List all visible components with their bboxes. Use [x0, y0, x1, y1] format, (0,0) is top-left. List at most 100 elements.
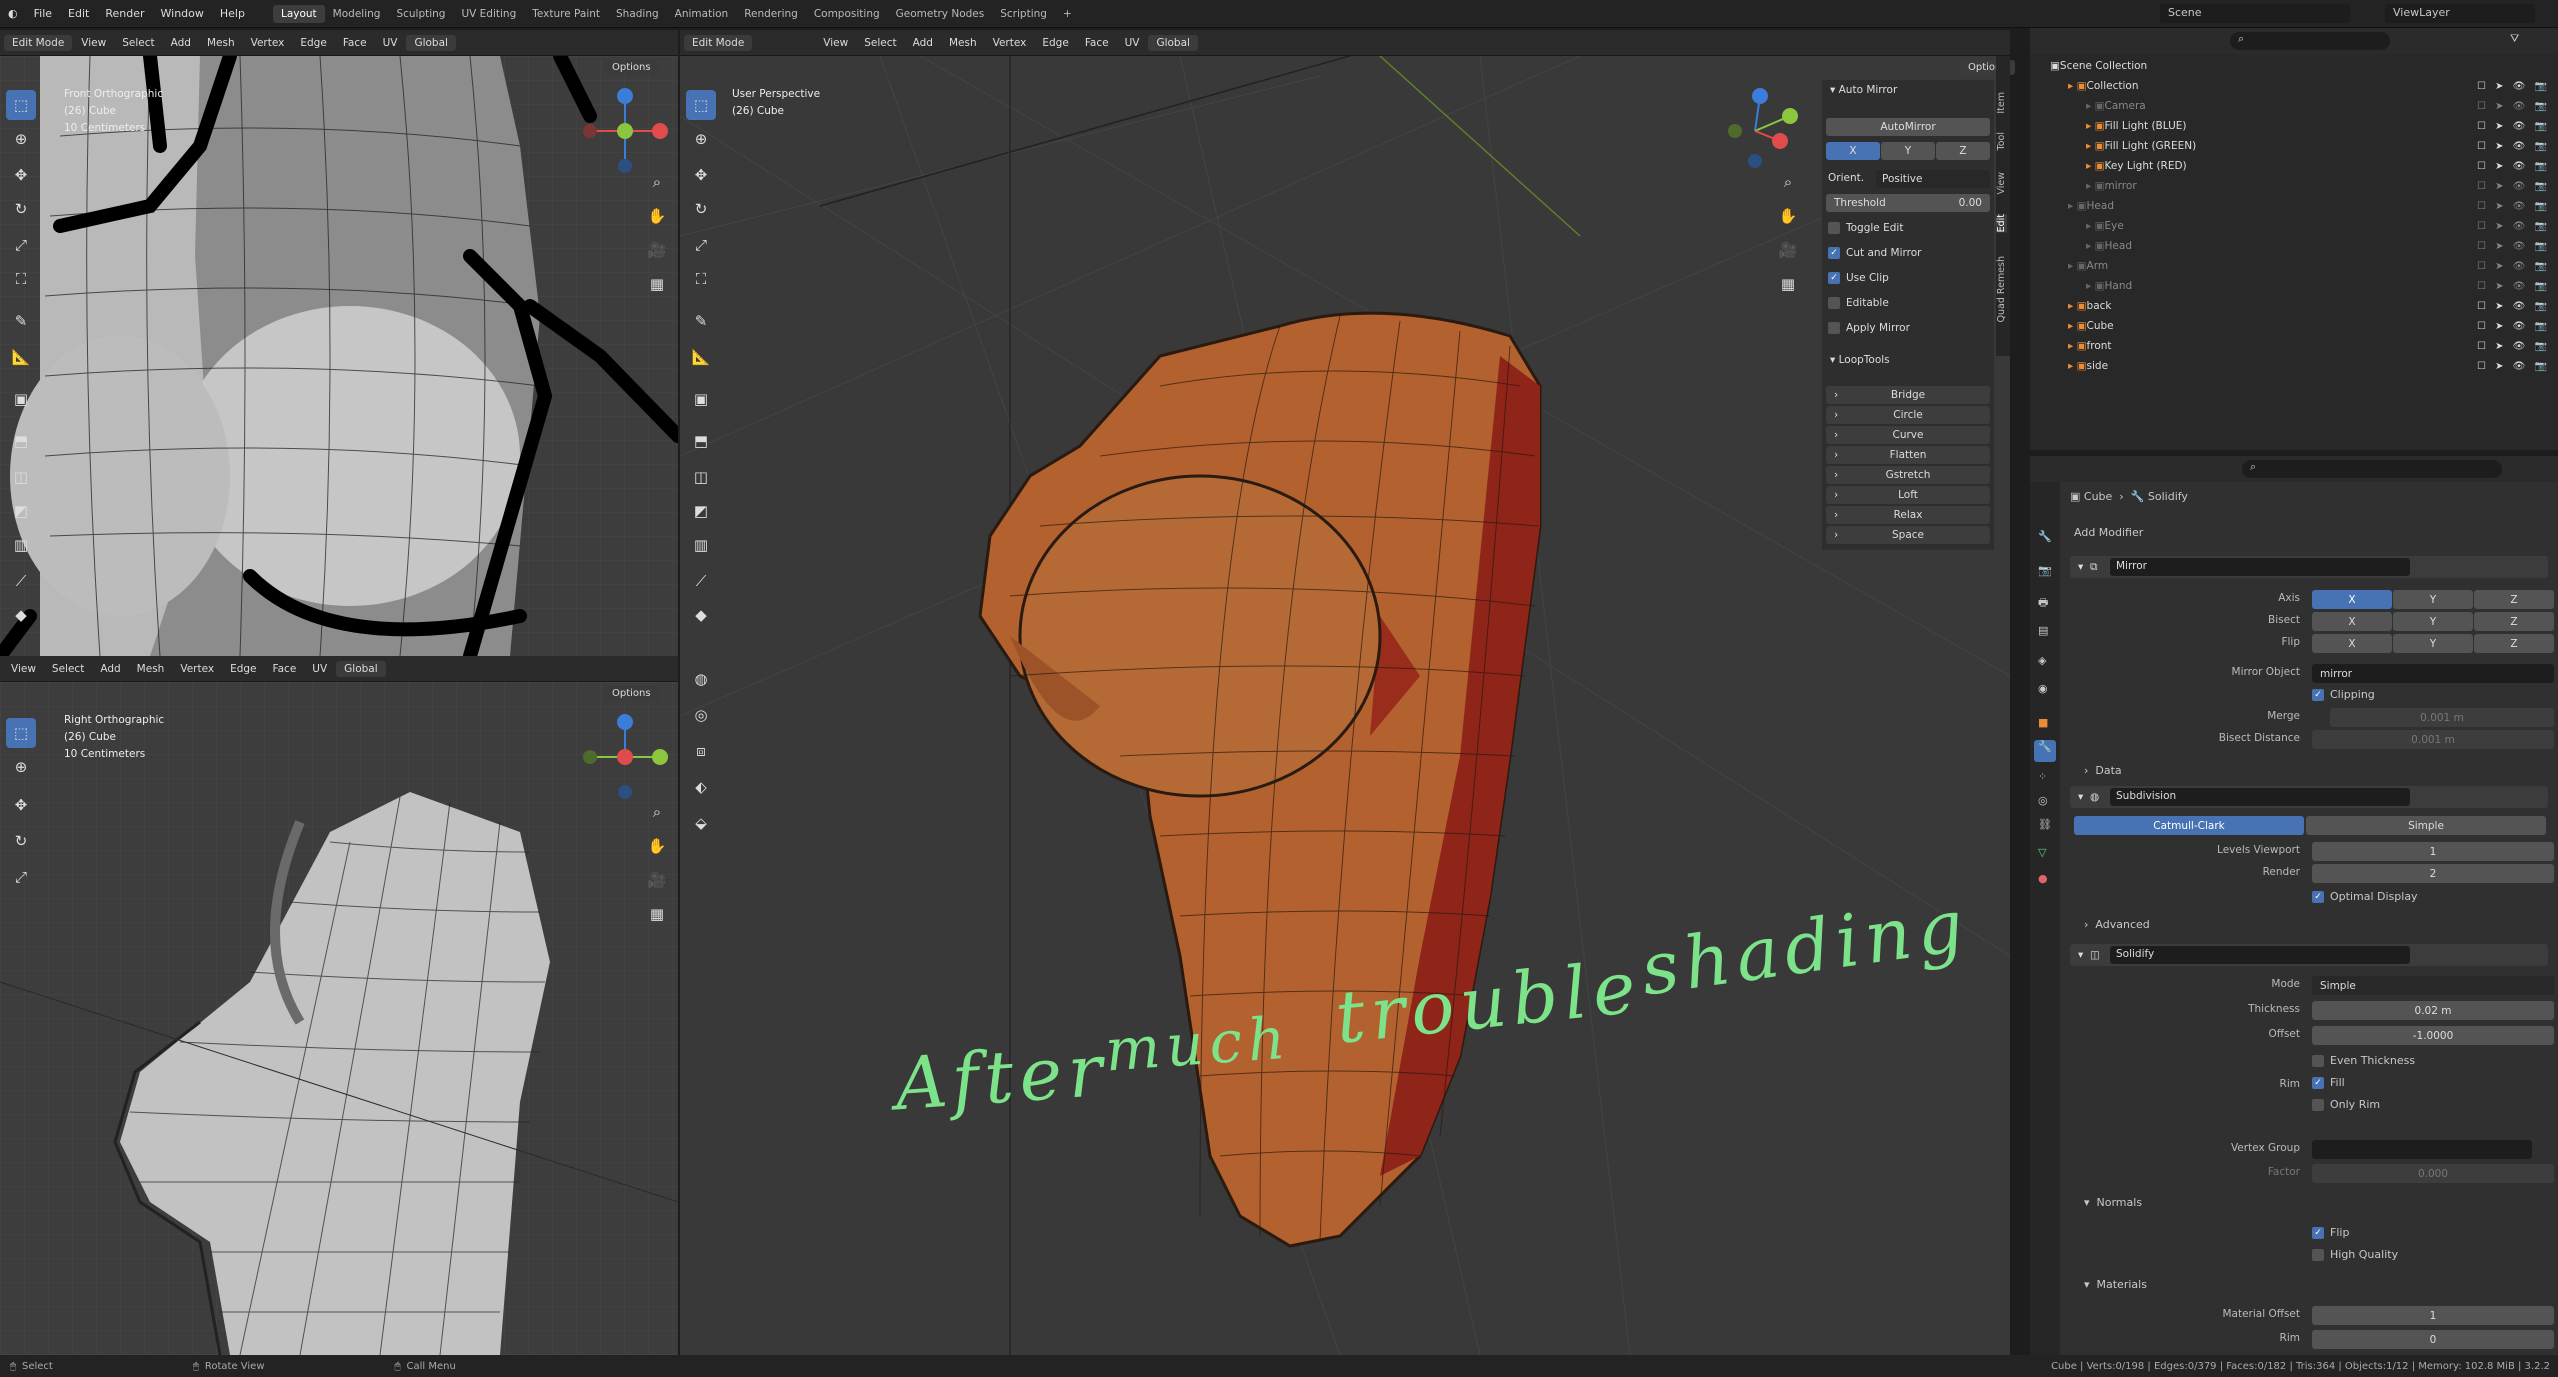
visibility-toggle-icons[interactable]: ☐ ➤ 👁 📷 — [2477, 301, 2550, 312]
looptools-circle-button[interactable]: › Circle — [1826, 406, 1990, 424]
main-move-tool[interactable]: ✥ — [686, 160, 716, 190]
visibility-toggle-icons[interactable]: ☐ ➤ 👁 📷 — [2477, 261, 2550, 272]
annotate-tool[interactable]: ✎ — [6, 306, 36, 336]
main-select-box-tool[interactable]: ⬚ — [686, 90, 716, 120]
outliner-item-eye[interactable]: ▸ ▣ Eye ☐ ➤ 👁 📷 — [2030, 216, 2558, 236]
front-ortho-viewport[interactable] — [0, 56, 678, 656]
use-clip-checkbox[interactable]: ✓ Use Clip — [1828, 272, 1889, 284]
main-spin-tool[interactable]: ◍ — [686, 664, 716, 694]
mirror-axis-y[interactable]: Y — [2393, 590, 2473, 609]
data-subpanel[interactable]: › Data — [2084, 764, 2122, 777]
front-navigation-gizmo[interactable] — [580, 86, 670, 176]
pan-hand-icon[interactable]: ✋ — [645, 204, 669, 228]
visibility-toggle-icons[interactable]: ☐ ➤ 👁 📷 — [2477, 201, 2550, 212]
apply-mirror-checkbox[interactable]: Apply Mirror — [1828, 322, 1910, 334]
levels-viewport-field[interactable]: 1 — [2312, 842, 2554, 861]
menu-mesh-2[interactable]: Mesh — [130, 662, 172, 676]
move-tool[interactable]: ✥ — [6, 160, 36, 190]
tab-texture-paint[interactable]: Texture Paint — [524, 5, 608, 23]
outliner-search[interactable]: ⌕ — [2230, 32, 2390, 50]
bisect-z[interactable]: Z — [2474, 612, 2554, 631]
advanced-subpanel[interactable]: › Advanced — [2084, 918, 2150, 931]
poly-build-tool[interactable]: ◆ — [6, 600, 36, 630]
measure-tool[interactable]: 📐 — [6, 342, 36, 372]
main-menu-select[interactable]: Select — [857, 36, 903, 50]
only-rim-checkbox[interactable]: Only Rim — [2312, 1098, 2380, 1111]
tab-animation[interactable]: Animation — [667, 5, 737, 23]
scale-tool-2[interactable]: ⤢ — [6, 862, 36, 892]
tab-scripting[interactable]: Scripting — [992, 5, 1055, 23]
main-3d-viewport[interactable] — [680, 56, 2010, 1355]
menu-uv-2[interactable]: UV — [305, 662, 334, 676]
menu-view[interactable]: View — [74, 36, 113, 50]
main-bevel-tool[interactable]: ◩ — [686, 496, 716, 526]
cursor-tool-2[interactable]: ⊕ — [6, 752, 36, 782]
main-add-cube-tool[interactable]: ▣ — [686, 384, 716, 414]
outliner-item-collection[interactable]: ▸ ▣ Collection ☐ ➤ 👁 📷 — [2030, 76, 2558, 96]
outliner-item-cube[interactable]: ▸ ▣ Cube ☐ ➤ 👁 📷 — [2030, 316, 2558, 336]
outliner-item-fill-light-green-[interactable]: ▸ ▣ Fill Light (GREEN) ☐ ➤ 👁 📷 — [2030, 136, 2558, 156]
menu-vertex[interactable]: Vertex — [244, 36, 292, 50]
looptools-flatten-button[interactable]: › Flatten — [1826, 446, 1990, 464]
object-tab-icon[interactable]: ■ — [2038, 716, 2048, 729]
visibility-toggle-icons[interactable]: ☐ ➤ 👁 📷 — [2477, 121, 2550, 132]
main-menu-vertex[interactable]: Vertex — [986, 36, 1034, 50]
outliner-item-back[interactable]: ▸ ▣ back ☐ ➤ 👁 📷 — [2030, 296, 2558, 316]
mirror-object-field[interactable]: mirror — [2312, 664, 2554, 683]
constraints-tab-icon[interactable]: ⛓ — [2038, 818, 2052, 831]
scene-tab-icon[interactable]: ◈ — [2038, 654, 2046, 667]
menu-edge-2[interactable]: Edge — [223, 662, 263, 676]
grid-icon[interactable]: ▦ — [645, 272, 669, 296]
world-tab-icon[interactable]: ◉ — [2038, 682, 2048, 695]
inset-tool[interactable]: ◫ — [6, 462, 36, 492]
auto-mirror-axis-x[interactable]: X — [1826, 142, 1880, 160]
vertex-group-field[interactable] — [2312, 1140, 2532, 1159]
menu-select-2[interactable]: Select — [45, 662, 91, 676]
view-layer-selector[interactable]: ViewLayer — [2385, 4, 2535, 23]
outliner-item-head[interactable]: ▸ ▣ Head ☐ ➤ 👁 📷 — [2030, 236, 2558, 256]
right-navigation-gizmo[interactable] — [580, 712, 670, 802]
rotate-tool-2[interactable]: ↻ — [6, 826, 36, 856]
output-tab-icon[interactable]: 🖶 — [2038, 594, 2048, 613]
orientation-selector-2[interactable]: Global — [336, 660, 386, 677]
subdivision-name-field[interactable]: Subdivision — [2110, 788, 2410, 806]
tab-compositing[interactable]: Compositing — [806, 5, 888, 23]
tab-geometry-nodes[interactable]: Geometry Nodes — [888, 5, 993, 23]
data-tab-icon[interactable]: ▽ — [2038, 846, 2046, 859]
menu-file[interactable]: File — [26, 7, 60, 20]
main-navigation-gizmo[interactable] — [1710, 86, 1800, 176]
main-knife-tool[interactable]: ⟋ — [686, 566, 716, 596]
menu-help[interactable]: Help — [212, 7, 253, 20]
mode-selector[interactable]: Edit Mode — [4, 34, 73, 51]
particles-tab-icon[interactable]: ⁘ — [2038, 770, 2047, 783]
tab-shading[interactable]: Shading — [608, 5, 667, 23]
pan-hand-icon-2[interactable]: ✋ — [645, 834, 669, 858]
main-zoom-icon[interactable]: ⌕ — [1776, 170, 1800, 194]
rotate-tool[interactable]: ↻ — [6, 194, 36, 224]
outliner-item-key-light-red-[interactable]: ▸ ▣ Key Light (RED) ☐ ➤ 👁 📷 — [2030, 156, 2558, 176]
main-edge-slide-tool[interactable]: ⧈ — [686, 736, 716, 766]
tab-quad-remesh[interactable]: Quad Remesh — [1996, 256, 2007, 322]
bisect-x[interactable]: X — [2312, 612, 2392, 631]
outliner-item-front[interactable]: ▸ ▣ front ☐ ➤ 👁 📷 — [2030, 336, 2558, 356]
orient-dropdown[interactable]: Positive — [1876, 170, 1990, 188]
flip-x[interactable]: X — [2312, 634, 2392, 653]
add-modifier-button[interactable]: Add Modifier — [2068, 526, 2548, 544]
main-smooth-tool[interactable]: ◎ — [686, 700, 716, 730]
visibility-toggle-icons[interactable]: ☐ ➤ 👁 📷 — [2477, 281, 2550, 292]
main-menu-mesh[interactable]: Mesh — [942, 36, 984, 50]
automirror-button[interactable]: AutoMirror — [1826, 118, 1990, 136]
outliner-item-mirror[interactable]: ▸ ▣ mirror ☐ ➤ 👁 📷 — [2030, 176, 2558, 196]
main-orientation-selector[interactable]: Global — [1148, 34, 1198, 51]
main-camera-icon[interactable]: 🎥 — [1776, 238, 1800, 262]
properties-search[interactable]: ⌕ — [2242, 460, 2502, 478]
menu-edit[interactable]: Edit — [60, 7, 97, 20]
auto-mirror-axis-z[interactable]: Z — [1936, 142, 1990, 160]
outliner-scene-collection[interactable]: ▣ Scene Collection — [2030, 56, 2558, 76]
visibility-toggle-icons[interactable]: ☐ ➤ 👁 📷 — [2477, 321, 2550, 332]
mirror-name-field[interactable]: Mirror — [2110, 558, 2410, 576]
visibility-toggle-icons[interactable]: ☐ ➤ 👁 📷 — [2477, 221, 2550, 232]
select-box-tool[interactable]: ⬚ — [6, 90, 36, 120]
rim-material-field[interactable]: 0 — [2312, 1330, 2554, 1349]
high-quality-checkbox[interactable]: High Quality — [2312, 1248, 2398, 1261]
